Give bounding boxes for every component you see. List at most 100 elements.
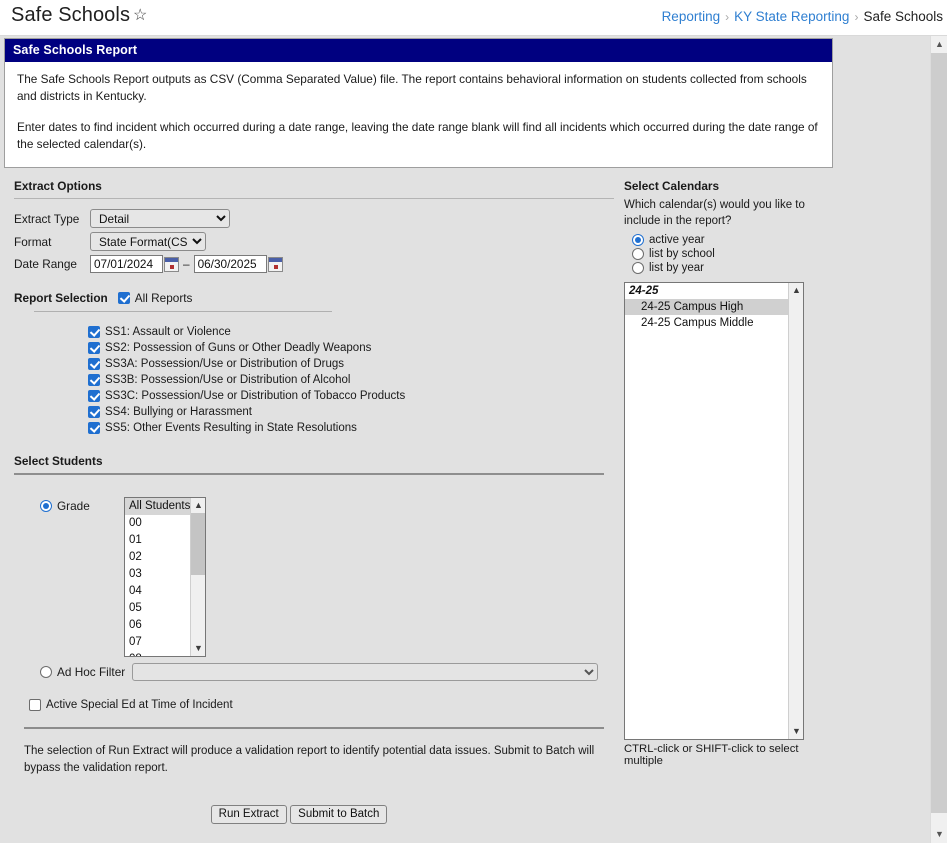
calendar-scope-active-year-row: active year bbox=[632, 234, 834, 247]
report-checkbox-ss5[interactable] bbox=[88, 422, 100, 434]
report-checkbox-ss3b[interactable] bbox=[88, 374, 100, 386]
report-selection-header: Report Selection All Reports bbox=[14, 291, 614, 305]
report-label-ss3b: SS3B: Possession/Use or Distribution of … bbox=[105, 374, 351, 386]
report-card-body: The Safe Schools Report outputs as CSV (… bbox=[5, 62, 832, 167]
select-students-divider bbox=[14, 473, 604, 475]
calendar-scope-list-by-year-row: list by year bbox=[632, 262, 834, 275]
chevron-up-icon[interactable]: ▲ bbox=[191, 498, 205, 513]
calendar-listbox[interactable]: ▲ ▼ 24-25 24-25 Campus High 24-25 Campus… bbox=[624, 282, 804, 741]
date-range-label: Date Range bbox=[14, 257, 77, 271]
submit-to-batch-button[interactable]: Submit to Batch bbox=[290, 804, 388, 824]
calendar-scope-list-by-school-row: list by school bbox=[632, 248, 834, 261]
date-range-separator: – bbox=[183, 257, 190, 271]
calendar-icon-end[interactable] bbox=[267, 256, 283, 272]
special-ed-checkbox[interactable] bbox=[29, 699, 41, 711]
format-label: Format bbox=[14, 234, 52, 249]
report-label-ss5: SS5: Other Events Resulting in State Res… bbox=[105, 422, 357, 434]
scroll-up-icon[interactable]: ▲ bbox=[931, 36, 947, 53]
report-checkbox-ss3c[interactable] bbox=[88, 390, 100, 402]
report-selection-divider bbox=[34, 311, 332, 312]
calendar-listbox-scrollbar[interactable]: ▲ ▼ bbox=[788, 283, 803, 740]
breadcrumb: Reporting › KY State Reporting › Safe School… bbox=[662, 9, 943, 24]
actions-divider bbox=[24, 727, 604, 729]
list-item: SS3C: Possession/Use or Distribution of … bbox=[88, 390, 614, 402]
list-item: SS3B: Possession/Use or Distribution of … bbox=[88, 374, 614, 386]
extract-type-select[interactable]: Detail bbox=[90, 209, 230, 228]
calendar-scope-list-by-school-label: list by school bbox=[649, 248, 715, 261]
date-range-row: Date Range – bbox=[14, 255, 614, 273]
select-calendars-question: Which calendar(s) would you like to incl… bbox=[624, 199, 805, 227]
report-card-title: Safe Schools Report bbox=[5, 39, 832, 62]
adhoc-filter-radio[interactable] bbox=[40, 666, 52, 678]
app-header: Safe Schools ☆ Reporting › KY State Report… bbox=[0, 0, 947, 36]
list-item[interactable]: 24-25 Campus Middle bbox=[625, 315, 803, 331]
breadcrumb-link-ky-state-reporting[interactable]: KY State Reporting bbox=[734, 9, 849, 24]
extract-type-row: Extract Type Detail bbox=[14, 209, 614, 228]
report-description-card: Safe Schools Report The Safe Schools Rep… bbox=[4, 38, 833, 169]
star-outline-icon[interactable]: ☆ bbox=[133, 8, 147, 24]
grade-listbox-scrollbar[interactable]: ▲ ▼ bbox=[190, 498, 205, 656]
calendar-scope-list-by-year-radio[interactable] bbox=[632, 262, 644, 275]
calendar-scope-list-by-year-label: list by year bbox=[649, 262, 704, 275]
report-label-ss3c: SS3C: Possession/Use or Distribution of … bbox=[105, 390, 406, 402]
adhoc-label-wrap: Ad Hoc Filter bbox=[40, 665, 132, 679]
report-label-ss4: SS4: Bullying or Harassment bbox=[105, 406, 253, 418]
grade-scroll-thumb[interactable] bbox=[191, 513, 205, 575]
page-scroll-thumb[interactable] bbox=[931, 53, 947, 813]
report-checkbox-ss3a[interactable] bbox=[88, 358, 100, 370]
report-description-paragraph-1: The Safe Schools Report outputs as CSV (… bbox=[17, 72, 807, 104]
chevron-down-icon[interactable]: ▼ bbox=[191, 641, 205, 656]
breadcrumb-link-reporting[interactable]: Reporting bbox=[662, 9, 721, 24]
report-label-ss1: SS1: Assault or Violence bbox=[105, 326, 231, 338]
date-range-start-input[interactable] bbox=[90, 255, 163, 273]
select-calendars-heading: Select Calendars bbox=[624, 179, 720, 193]
report-checkbox-ss2[interactable] bbox=[88, 342, 100, 354]
chevron-up-icon[interactable]: ▲ bbox=[789, 283, 803, 298]
adhoc-filter-row: Ad Hoc Filter bbox=[40, 663, 614, 681]
all-reports-checkbox[interactable] bbox=[117, 292, 130, 304]
run-extract-button[interactable]: Run Extract bbox=[210, 804, 287, 824]
calendar-scope-active-year-radio[interactable] bbox=[632, 234, 644, 247]
select-calendars-column: Select Calendars Which calendar(s) would… bbox=[624, 179, 834, 767]
adhoc-filter-select[interactable] bbox=[132, 663, 598, 681]
calendar-scope-list-by-school-radio[interactable] bbox=[632, 248, 644, 261]
grade-radio-label: Grade bbox=[57, 499, 90, 513]
all-reports-row: All Reports bbox=[117, 291, 193, 305]
calendar-multiselect-hint: CTRL-click or SHIFT-click to select mult… bbox=[624, 743, 799, 768]
grade-listbox[interactable]: ▲ ▼ All Students 00 01 02 03 04 05 06 07… bbox=[124, 497, 206, 657]
grade-radio[interactable] bbox=[40, 500, 52, 512]
scroll-down-icon[interactable]: ▼ bbox=[931, 826, 947, 843]
report-checkbox-ss1[interactable] bbox=[88, 326, 100, 338]
calendar-icon-start[interactable] bbox=[164, 256, 179, 272]
list-item: SS4: Bullying or Harassment bbox=[88, 406, 614, 418]
extract-type-label: Extract Type bbox=[14, 211, 80, 226]
calendar-scope-active-year-label: active year bbox=[649, 234, 705, 247]
list-item: SS5: Other Events Resulting in State Res… bbox=[88, 422, 614, 434]
format-row: Format State Format(CSV) bbox=[14, 232, 614, 251]
date-range-end-input[interactable] bbox=[193, 255, 267, 273]
page-title: Safe Schools bbox=[11, 4, 131, 26]
grade-radio-wrap: Grade bbox=[40, 499, 124, 513]
all-reports-label: All Reports bbox=[134, 291, 193, 305]
report-description-paragraph-2: Enter dates to find incident which occur… bbox=[17, 120, 818, 152]
breadcrumb-current: Safe Schools bbox=[863, 9, 943, 24]
page-scrollbar[interactable]: ▲ ▼ bbox=[930, 36, 947, 843]
list-item[interactable]: 24-25 Campus High bbox=[625, 299, 803, 316]
format-select[interactable]: State Format(CSV) bbox=[90, 232, 206, 251]
extract-options-column: Extract Options Extract Type Detail Form… bbox=[14, 179, 614, 843]
chevron-down-icon[interactable]: ▼ bbox=[789, 724, 803, 739]
report-selection-heading: Report Selection bbox=[14, 291, 108, 305]
list-item: SS3A: Possession/Use or Distribution of … bbox=[88, 358, 614, 370]
report-label-ss2: SS2: Possession of Guns or Other Deadly … bbox=[105, 342, 372, 354]
report-checkbox-ss4[interactable] bbox=[88, 406, 100, 418]
action-button-row: Run Extract Submit to Batch bbox=[14, 804, 614, 824]
adhoc-filter-label: Ad Hoc Filter bbox=[57, 665, 126, 679]
calendar-group-label: 24-25 bbox=[629, 285, 659, 298]
validation-note: The selection of Run Extract will produc… bbox=[24, 745, 595, 775]
report-label-ss3a: SS3A: Possession/Use or Distribution of … bbox=[105, 358, 345, 370]
select-students-heading: Select Students bbox=[14, 454, 103, 468]
report-selection-list: SS1: Assault or Violence SS2: Possession… bbox=[48, 326, 614, 434]
calendar-scroll-thumb[interactable] bbox=[789, 298, 803, 725]
extract-options-divider bbox=[14, 198, 614, 199]
special-ed-row: Active Special Ed at Time of Incident bbox=[29, 699, 614, 711]
